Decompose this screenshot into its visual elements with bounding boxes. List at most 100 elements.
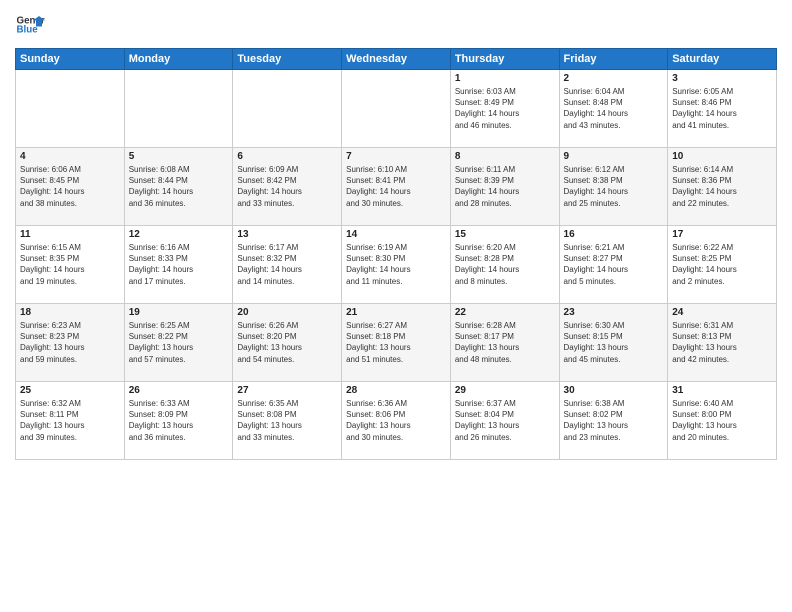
calendar-cell: 12Sunrise: 6:16 AM Sunset: 8:33 PM Dayli…	[124, 226, 233, 304]
calendar-cell: 2Sunrise: 6:04 AM Sunset: 8:48 PM Daylig…	[559, 70, 668, 148]
day-info: Sunrise: 6:37 AM Sunset: 8:04 PM Dayligh…	[455, 398, 555, 443]
day-info: Sunrise: 6:09 AM Sunset: 8:42 PM Dayligh…	[237, 164, 337, 209]
day-info: Sunrise: 6:05 AM Sunset: 8:46 PM Dayligh…	[672, 86, 772, 131]
logo: General Blue	[15, 10, 45, 40]
calendar-cell: 7 Sunrise: 6:10 AM Sunset: 8:41 PM Daylig…	[342, 148, 451, 226]
day-number: 16	[564, 229, 664, 240]
calendar-cell: 21 Sunrise: 6:27 AM Sunset: 8:18 PM Dayli…	[342, 304, 451, 382]
day-number: 10	[672, 151, 772, 162]
calendar-cell: 25Sunrise: 6:32 AM Sunset: 8:11 PM Dayli…	[16, 382, 125, 460]
day-info: Sunrise: 6:19 AM Sunset: 8:30 PM Dayligh…	[346, 242, 446, 287]
day-info: Sunrise: 6:06 AM Sunset: 8:45 PM Dayligh…	[20, 164, 120, 209]
day-info: Sunrise: 6:16 AM Sunset: 8:33 PM Dayligh…	[129, 242, 229, 287]
day-number: 5	[129, 151, 229, 162]
day-info: Sunrise: 6:08 AM Sunset: 8:44 PM Dayligh…	[129, 164, 229, 209]
logo-icon: General Blue	[15, 10, 45, 40]
calendar-cell: 9 Sunrise: 6:12 AM Sunset: 8:38 PM Daylig…	[559, 148, 668, 226]
day-info: Sunrise: 6:12 AM Sunset: 8:38 PM Dayligh…	[564, 164, 664, 209]
day-info: Sunrise: 6:21 AM Sunset: 8:27 PM Dayligh…	[564, 242, 664, 287]
calendar-cell: 22Sunrise: 6:28 AM Sunset: 8:17 PM Dayli…	[450, 304, 559, 382]
day-info: Sunrise: 6:35 AM Sunset: 8:08 PM Dayligh…	[237, 398, 337, 443]
calendar-cell: 5 Sunrise: 6:08 AM Sunset: 8:44 PM Daylig…	[124, 148, 233, 226]
day-info: Sunrise: 6:30 AM Sunset: 8:15 PM Dayligh…	[564, 320, 664, 365]
calendar-cell	[342, 70, 451, 148]
day-info: Sunrise: 6:15 AM Sunset: 8:35 PM Dayligh…	[20, 242, 120, 287]
day-number: 21	[346, 307, 446, 318]
day-number: 8	[455, 151, 555, 162]
day-number: 4	[20, 151, 120, 162]
weekday-header-row: SundayMondayTuesdayWednesdayThursdayFrid…	[16, 49, 777, 70]
calendar-cell: 6 Sunrise: 6:09 AM Sunset: 8:42 PM Daylig…	[233, 148, 342, 226]
day-info: Sunrise: 6:22 AM Sunset: 8:25 PM Dayligh…	[672, 242, 772, 287]
day-number: 27	[237, 385, 337, 396]
calendar-cell: 14 Sunrise: 6:19 AM Sunset: 8:30 PM Dayli…	[342, 226, 451, 304]
header: General Blue	[15, 10, 777, 40]
day-info: Sunrise: 6:26 AM Sunset: 8:20 PM Dayligh…	[237, 320, 337, 365]
day-info: Sunrise: 6:27 AM Sunset: 8:18 PM Dayligh…	[346, 320, 446, 365]
week-row-4: 18 Sunrise: 6:23 AM Sunset: 8:23 PM Dayli…	[16, 304, 777, 382]
day-info: Sunrise: 6:36 AM Sunset: 8:06 PM Dayligh…	[346, 398, 446, 443]
calendar-cell: 24 Sunrise: 6:31 AM Sunset: 8:13 PM Dayli…	[668, 304, 777, 382]
calendar-cell: 29Sunrise: 6:37 AM Sunset: 8:04 PM Dayli…	[450, 382, 559, 460]
day-number: 6	[237, 151, 337, 162]
calendar-cell: 8Sunrise: 6:11 AM Sunset: 8:39 PM Daylig…	[450, 148, 559, 226]
calendar-cell	[124, 70, 233, 148]
day-info: Sunrise: 6:38 AM Sunset: 8:02 PM Dayligh…	[564, 398, 664, 443]
calendar-cell: 11 Sunrise: 6:15 AM Sunset: 8:35 PM Dayli…	[16, 226, 125, 304]
day-info: Sunrise: 6:23 AM Sunset: 8:23 PM Dayligh…	[20, 320, 120, 365]
weekday-header-tuesday: Tuesday	[233, 49, 342, 70]
calendar-page: General Blue SundayMondayTuesdayWednesda…	[0, 0, 792, 612]
day-info: Sunrise: 6:25 AM Sunset: 8:22 PM Dayligh…	[129, 320, 229, 365]
day-number: 3	[672, 73, 772, 84]
day-info: Sunrise: 6:40 AM Sunset: 8:00 PM Dayligh…	[672, 398, 772, 443]
day-number: 15	[455, 229, 555, 240]
calendar-cell	[16, 70, 125, 148]
calendar-cell: 31 Sunrise: 6:40 AM Sunset: 8:00 PM Dayli…	[668, 382, 777, 460]
week-row-5: 25Sunrise: 6:32 AM Sunset: 8:11 PM Dayli…	[16, 382, 777, 460]
day-info: Sunrise: 6:33 AM Sunset: 8:09 PM Dayligh…	[129, 398, 229, 443]
day-info: Sunrise: 6:04 AM Sunset: 8:48 PM Dayligh…	[564, 86, 664, 131]
day-info: Sunrise: 6:20 AM Sunset: 8:28 PM Dayligh…	[455, 242, 555, 287]
week-row-1: 1Sunrise: 6:03 AM Sunset: 8:49 PM Daylig…	[16, 70, 777, 148]
day-number: 17	[672, 229, 772, 240]
calendar-cell: 15 Sunrise: 6:20 AM Sunset: 8:28 PM Dayli…	[450, 226, 559, 304]
svg-text:Blue: Blue	[17, 25, 39, 36]
weekday-header-friday: Friday	[559, 49, 668, 70]
weekday-header-saturday: Saturday	[668, 49, 777, 70]
day-number: 9	[564, 151, 664, 162]
day-number: 31	[672, 385, 772, 396]
calendar-cell: 1Sunrise: 6:03 AM Sunset: 8:49 PM Daylig…	[450, 70, 559, 148]
weekday-header-monday: Monday	[124, 49, 233, 70]
week-row-2: 4 Sunrise: 6:06 AM Sunset: 8:45 PM Daylig…	[16, 148, 777, 226]
day-info: Sunrise: 6:31 AM Sunset: 8:13 PM Dayligh…	[672, 320, 772, 365]
weekday-header-wednesday: Wednesday	[342, 49, 451, 70]
day-number: 11	[20, 229, 120, 240]
day-info: Sunrise: 6:14 AM Sunset: 8:36 PM Dayligh…	[672, 164, 772, 209]
calendar-cell: 28 Sunrise: 6:36 AM Sunset: 8:06 PM Dayli…	[342, 382, 451, 460]
weekday-header-sunday: Sunday	[16, 49, 125, 70]
day-number: 13	[237, 229, 337, 240]
calendar-cell: 3 Sunrise: 6:05 AM Sunset: 8:46 PM Daylig…	[668, 70, 777, 148]
calendar-cell	[233, 70, 342, 148]
day-info: Sunrise: 6:17 AM Sunset: 8:32 PM Dayligh…	[237, 242, 337, 287]
calendar-cell: 26 Sunrise: 6:33 AM Sunset: 8:09 PM Dayli…	[124, 382, 233, 460]
day-info: Sunrise: 6:10 AM Sunset: 8:41 PM Dayligh…	[346, 164, 446, 209]
day-number: 18	[20, 307, 120, 318]
day-number: 24	[672, 307, 772, 318]
calendar-cell: 16 Sunrise: 6:21 AM Sunset: 8:27 PM Dayli…	[559, 226, 668, 304]
day-number: 26	[129, 385, 229, 396]
day-number: 7	[346, 151, 446, 162]
calendar-cell: 4 Sunrise: 6:06 AM Sunset: 8:45 PM Daylig…	[16, 148, 125, 226]
calendar-cell: 20 Sunrise: 6:26 AM Sunset: 8:20 PM Dayli…	[233, 304, 342, 382]
calendar-cell: 30 Sunrise: 6:38 AM Sunset: 8:02 PM Dayli…	[559, 382, 668, 460]
calendar-cell: 27 Sunrise: 6:35 AM Sunset: 8:08 PM Dayli…	[233, 382, 342, 460]
calendar-cell: 19Sunrise: 6:25 AM Sunset: 8:22 PM Dayli…	[124, 304, 233, 382]
day-number: 1	[455, 73, 555, 84]
day-number: 28	[346, 385, 446, 396]
day-number: 30	[564, 385, 664, 396]
day-number: 20	[237, 307, 337, 318]
calendar-cell: 23 Sunrise: 6:30 AM Sunset: 8:15 PM Dayli…	[559, 304, 668, 382]
day-number: 23	[564, 307, 664, 318]
day-number: 14	[346, 229, 446, 240]
calendar-cell: 13 Sunrise: 6:17 AM Sunset: 8:32 PM Dayli…	[233, 226, 342, 304]
